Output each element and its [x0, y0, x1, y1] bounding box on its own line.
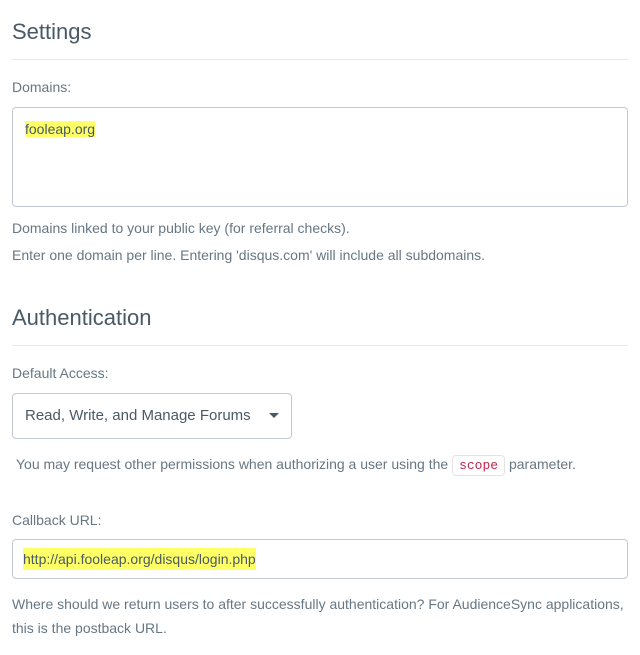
default-access-label: Default Access: [12, 362, 628, 384]
callback-url-input[interactable]: http://api.fooleap.org/disqus/login.php [12, 539, 628, 579]
default-access-help: You may request other permissions when a… [12, 439, 576, 491]
default-access-row: Read, Write, and Manage Forums You may r… [12, 393, 628, 491]
default-access-value: Read, Write, and Manage Forums [25, 404, 251, 428]
authentication-heading: Authentication [12, 300, 628, 346]
settings-heading: Settings [12, 14, 628, 60]
domains-help-2: Enter one domain per line. Entering 'dis… [12, 244, 628, 268]
domains-help-1: Domains linked to your public key (for r… [12, 217, 628, 241]
chevron-down-icon [269, 413, 279, 418]
callback-url-help: Where should we return users to after su… [12, 593, 628, 641]
scope-code: scope [452, 455, 505, 476]
domains-label: Domains: [12, 76, 628, 98]
domains-textarea-wrap[interactable]: fooleap.org [12, 107, 628, 207]
callback-url-value: http://api.fooleap.org/disqus/login.php [23, 548, 256, 570]
callback-url-label: Callback URL: [12, 509, 628, 531]
default-access-select[interactable]: Read, Write, and Manage Forums [12, 393, 292, 439]
domains-value: fooleap.org [25, 121, 95, 137]
